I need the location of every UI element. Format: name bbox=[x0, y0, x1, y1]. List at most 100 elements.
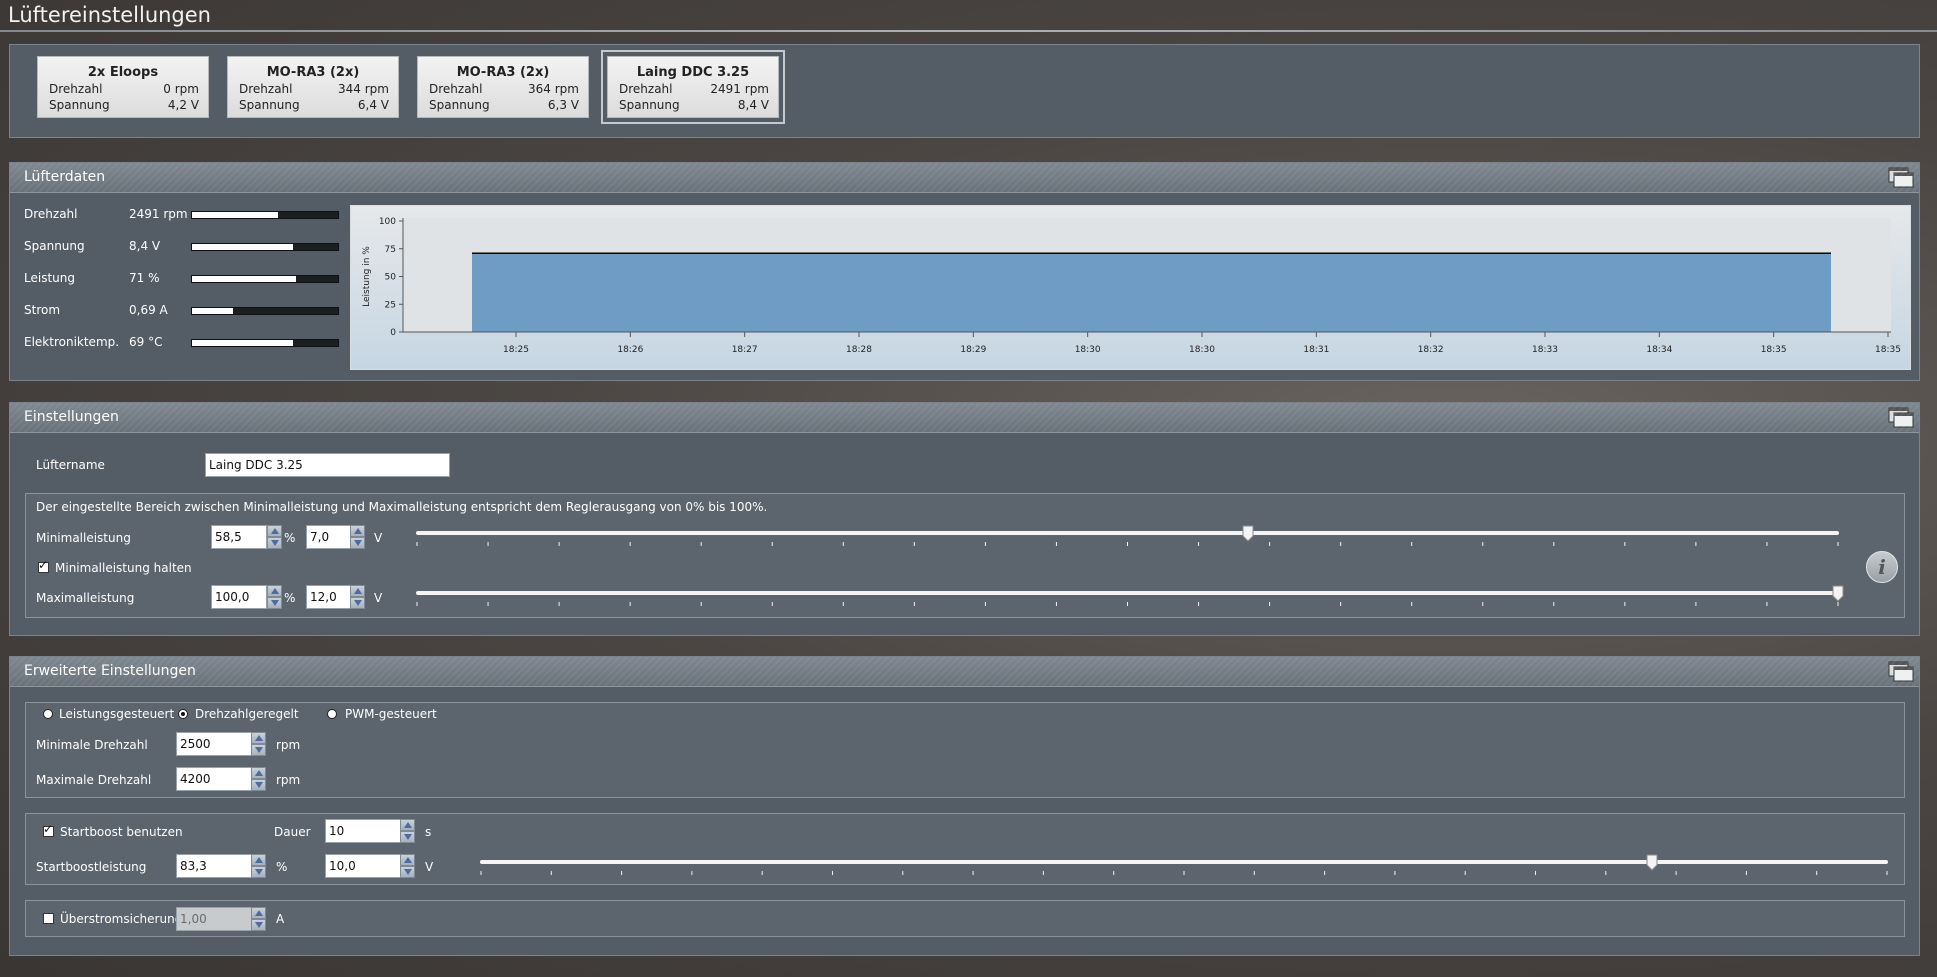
max-rpm-input[interactable]: 4200 bbox=[176, 767, 252, 791]
min-power-percent-spinner[interactable] bbox=[267, 525, 282, 549]
amp-unit: A bbox=[276, 912, 285, 926]
percent-unit: % bbox=[284, 531, 296, 545]
fan-name-label: Lüftername bbox=[36, 458, 105, 472]
max-power-percent-input[interactable]: 100,0 bbox=[211, 585, 267, 609]
info-icon[interactable]: i bbox=[1866, 551, 1898, 583]
max-power-percent-spinner[interactable] bbox=[267, 585, 282, 609]
startboost-checkbox[interactable] bbox=[43, 822, 54, 837]
spin-up-icon[interactable] bbox=[251, 854, 266, 866]
min-rpm-spinner[interactable] bbox=[251, 732, 266, 756]
fan-card-laing-ddc[interactable]: Laing DDC 3.25 Drehzahl 2491 rpm Spannung… bbox=[601, 50, 785, 124]
rpm-unit: rpm bbox=[276, 773, 301, 787]
fan-name-input[interactable]: Laing DDC 3.25 bbox=[205, 453, 450, 477]
duration-spinner[interactable] bbox=[400, 819, 415, 843]
spin-down-icon[interactable] bbox=[251, 919, 266, 931]
startboost-slider[interactable] bbox=[480, 849, 1888, 879]
window-restore-icon[interactable] bbox=[1888, 167, 1914, 189]
max-power-volt-input[interactable]: 12,0 bbox=[306, 585, 351, 609]
radio-power-controlled[interactable] bbox=[43, 709, 53, 719]
percent-unit: % bbox=[276, 860, 288, 874]
live-level-bar bbox=[191, 275, 339, 283]
fan-card-speed-label: Drehzahl bbox=[239, 82, 293, 96]
x-tick-label: 18:34 bbox=[1646, 345, 1672, 355]
spin-down-icon[interactable] bbox=[251, 744, 266, 756]
slider-thumb-icon[interactable] bbox=[1646, 854, 1658, 871]
fan-card-name: MO-RA3 (2x) bbox=[266, 65, 360, 80]
x-tick-label: 18:30 bbox=[1189, 345, 1215, 355]
live-label: Strom bbox=[24, 303, 61, 317]
title-divider bbox=[0, 30, 1937, 32]
min-rpm-input[interactable]: 2500 bbox=[176, 732, 252, 756]
overcurrent-spinner[interactable] bbox=[251, 907, 266, 931]
fan-card-name: Laing DDC 3.25 bbox=[636, 65, 750, 80]
spin-down-icon[interactable] bbox=[267, 597, 282, 609]
slider-thumb-icon[interactable] bbox=[1832, 585, 1844, 602]
fan-card-voltage-value: 6,4 V bbox=[357, 98, 389, 112]
min-power-slider[interactable] bbox=[416, 520, 1839, 550]
overcurrent-checkbox[interactable] bbox=[43, 913, 54, 924]
range-note: Der eingestellte Bereich zwischen Minima… bbox=[36, 500, 768, 514]
max-rpm-spinner[interactable] bbox=[251, 767, 266, 791]
boost-volt-input[interactable]: 10,0 bbox=[325, 854, 401, 878]
max-power-slider[interactable] bbox=[416, 580, 1844, 610]
min-power-volt-spinner[interactable] bbox=[350, 525, 365, 549]
mode-label-pwm[interactable]: PWM-gesteuert bbox=[345, 707, 437, 721]
startboost-label[interactable]: Startboost benutzen bbox=[60, 825, 183, 839]
hold-min-checkbox[interactable] bbox=[38, 558, 49, 573]
x-tick-label: 18:33 bbox=[1532, 345, 1558, 355]
spin-down-icon[interactable] bbox=[350, 537, 365, 549]
min-power-percent-input[interactable]: 58,5 bbox=[211, 525, 267, 549]
fan-card-eloops[interactable]: 2x Eloops Drehzahl 0 rpm Spannung 4,2 V bbox=[37, 56, 209, 118]
y-axis-label: Leistung in % bbox=[362, 246, 372, 307]
spin-down-icon[interactable] bbox=[251, 866, 266, 878]
spin-up-icon[interactable] bbox=[400, 819, 415, 831]
live-level-fill bbox=[192, 244, 293, 250]
power-chart-frame: 100 75 50 25 0 Leistung in % 18:25 18:26 18:27 18… bbox=[350, 205, 1911, 370]
max-power-volt-spinner[interactable] bbox=[350, 585, 365, 609]
slider-track[interactable] bbox=[480, 860, 1888, 864]
settings-header: Einstellungen bbox=[10, 403, 1919, 433]
radio-speed-controlled[interactable] bbox=[178, 709, 188, 719]
live-level-fill bbox=[192, 340, 293, 346]
y-tick-label: 75 bbox=[385, 245, 396, 255]
spin-up-icon[interactable] bbox=[267, 525, 282, 537]
spin-up-icon[interactable] bbox=[251, 907, 266, 919]
boost-percent-input[interactable]: 83,3 bbox=[176, 854, 252, 878]
spin-down-icon[interactable] bbox=[400, 866, 415, 878]
spin-down-icon[interactable] bbox=[400, 831, 415, 843]
hold-min-label[interactable]: Minimalleistung halten bbox=[55, 561, 192, 575]
spin-up-icon[interactable] bbox=[350, 525, 365, 537]
radio-pwm-controlled[interactable] bbox=[327, 709, 337, 719]
spin-up-icon[interactable] bbox=[251, 732, 266, 744]
fan-card-mora3-a[interactable]: MO-RA3 (2x) Drehzahl 344 rpm Spannung 6,4 … bbox=[227, 56, 399, 118]
spin-down-icon[interactable] bbox=[350, 597, 365, 609]
window-restore-icon[interactable] bbox=[1888, 407, 1914, 429]
slider-ticks bbox=[416, 542, 1839, 546]
overcurrent-label[interactable]: Überstromsicherung bbox=[60, 912, 182, 926]
mode-label-power[interactable]: Leistungsgesteuert bbox=[59, 707, 174, 721]
fan-card-voltage-value: 4,2 V bbox=[167, 98, 199, 112]
mode-label-speed[interactable]: Drehzahlgeregelt bbox=[195, 707, 299, 721]
duration-input[interactable]: 10 bbox=[325, 819, 401, 843]
min-power-volt-input[interactable]: 7,0 bbox=[306, 525, 351, 549]
slider-thumb-icon[interactable] bbox=[1242, 525, 1254, 542]
spin-up-icon[interactable] bbox=[400, 854, 415, 866]
boost-volt-spinner[interactable] bbox=[400, 854, 415, 878]
boost-percent-spinner[interactable] bbox=[251, 854, 266, 878]
window-restore-icon[interactable] bbox=[1888, 661, 1914, 683]
live-level-bar bbox=[191, 307, 339, 315]
duration-label: Dauer bbox=[274, 825, 311, 839]
fan-card-mora3-b[interactable]: MO-RA3 (2x) Drehzahl 364 rpm Spannung 6,3 … bbox=[417, 56, 589, 118]
spin-down-icon[interactable] bbox=[251, 779, 266, 791]
max-power-label: Maximalleistung bbox=[36, 591, 135, 605]
fan-data-header: Lüfterdaten bbox=[10, 163, 1919, 193]
overcurrent-input[interactable]: 1,00 bbox=[176, 907, 252, 931]
live-level-fill bbox=[192, 308, 233, 314]
fan-card-voltage-label: Spannung bbox=[619, 98, 680, 112]
slider-track[interactable] bbox=[416, 531, 1839, 535]
spin-up-icon[interactable] bbox=[350, 585, 365, 597]
slider-track[interactable] bbox=[416, 591, 1839, 595]
spin-up-icon[interactable] bbox=[251, 767, 266, 779]
spin-down-icon[interactable] bbox=[267, 537, 282, 549]
spin-up-icon[interactable] bbox=[267, 585, 282, 597]
